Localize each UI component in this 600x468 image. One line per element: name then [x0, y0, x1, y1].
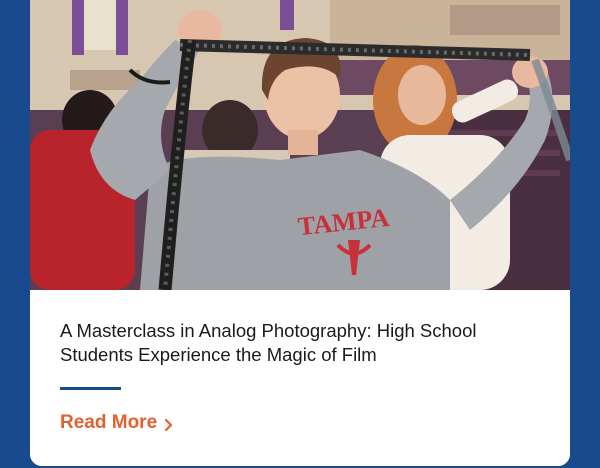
article-photo[interactable]: TAMPA: [30, 0, 570, 290]
page: TAMPA A Masterclass in Analog Photograph…: [0, 0, 600, 468]
article-card[interactable]: TAMPA A Masterclass in Analog Photograph…: [30, 0, 570, 466]
article-body: A Masterclass in Analog Photography: Hig…: [30, 290, 570, 466]
chevron-right-icon: [163, 416, 175, 432]
article-title[interactable]: A Masterclass in Analog Photography: Hig…: [60, 319, 540, 367]
title-divider: [60, 387, 121, 390]
read-more-label: Read More: [60, 412, 158, 433]
read-more-link[interactable]: Read More: [60, 412, 175, 434]
